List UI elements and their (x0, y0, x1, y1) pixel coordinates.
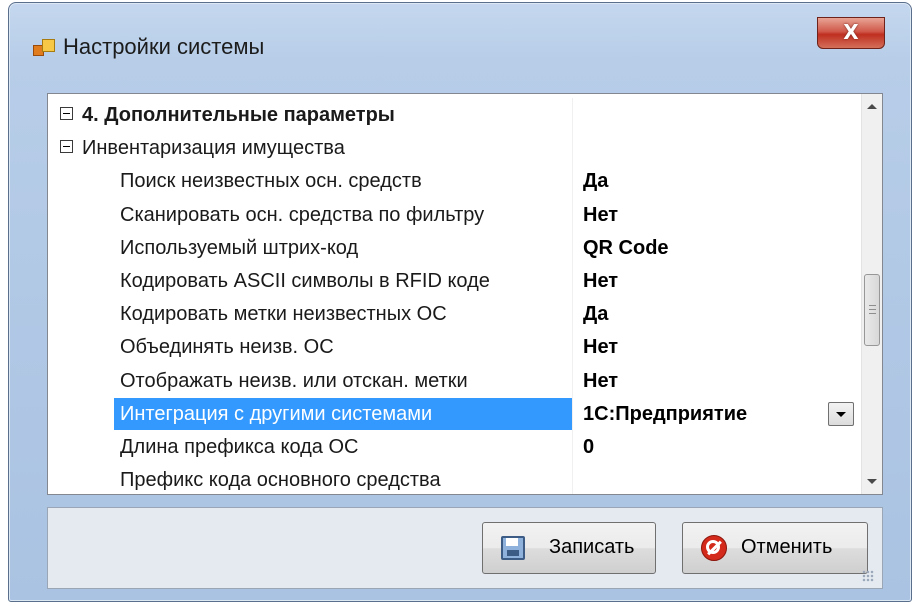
property-row[interactable]: Кодировать ASCII символы в RFID коде Нет (48, 264, 862, 298)
column-separator (572, 297, 573, 332)
close-icon: X (843, 20, 859, 44)
property-grid[interactable]: 4. Дополнительные параметры Инвентаризаци… (47, 93, 883, 495)
cancel-button[interactable]: Отменить (682, 522, 868, 574)
property-row[interactable]: Кодировать метки неизвестных ОС Да (48, 297, 862, 332)
property-value[interactable]: Да (583, 170, 608, 193)
property-row[interactable]: Поиск неизвестных осн. средств Да (48, 164, 862, 199)
property-row[interactable]: Отображать неизв. или отскан. метки Нет (48, 363, 862, 398)
property-row[interactable]: Префикс кода основного средства (48, 463, 862, 494)
property-name: Инвентаризация имущества (82, 137, 345, 160)
property-value[interactable]: QR Code (583, 237, 669, 260)
property-name: 4. Дополнительные параметры (82, 104, 395, 126)
column-separator (572, 131, 573, 166)
title-bar[interactable]: Настройки системы X (9, 3, 911, 79)
property-name: Кодировать метки неизвестных ОС (120, 303, 447, 326)
property-value[interactable]: Да (583, 303, 608, 326)
property-value[interactable]: Нет (583, 270, 618, 293)
stop-icon (701, 535, 727, 561)
scroll-down-icon[interactable] (867, 479, 877, 484)
property-name: Поиск неизвестных осн. средств (120, 170, 422, 193)
property-name: Сканировать осн. средства по фильтру (120, 203, 485, 226)
save-button[interactable]: Записать (482, 522, 656, 574)
column-separator (572, 396, 573, 431)
dialog-footer: Записать Отменить (47, 507, 883, 589)
save-button-label: Записать (549, 536, 635, 558)
column-separator (572, 363, 573, 398)
row-gutter (48, 463, 114, 494)
column-separator (572, 98, 573, 132)
property-name: Длина префикса кода ОС (120, 436, 359, 458)
row-gutter (48, 364, 114, 398)
category-row[interactable]: Инвентаризация имущества (48, 131, 862, 166)
collapse-icon[interactable] (60, 107, 73, 120)
row-gutter (48, 264, 114, 298)
row-gutter (48, 231, 114, 265)
cancel-button-label: Отменить (741, 536, 833, 558)
property-row[interactable]: Объединять неизв. ОС Нет (48, 330, 862, 365)
row-gutter (48, 330, 114, 364)
column-separator (572, 430, 573, 464)
dropdown-arrow-icon[interactable] (828, 401, 854, 426)
scroll-up-icon[interactable] (867, 104, 877, 109)
property-name: Объединять неизв. ОС (120, 336, 334, 359)
settings-dialog: Настройки системы X 4. Дополнительные па… (8, 2, 912, 602)
property-name: Префикс кода основного средства (120, 469, 441, 492)
row-gutter (48, 198, 114, 232)
category-row[interactable]: 4. Дополнительные параметры (48, 98, 862, 132)
property-row[interactable]: Интеграция с другими системами 1С:Предпри… (48, 396, 862, 431)
collapse-icon[interactable] (60, 140, 73, 154)
column-separator (572, 463, 573, 494)
property-value[interactable]: 1С:Предприятие (583, 403, 747, 426)
row-gutter (48, 297, 114, 331)
close-button[interactable]: X (817, 17, 885, 49)
row-gutter (48, 164, 114, 198)
property-value[interactable]: Нет (583, 204, 618, 227)
vertical-scrollbar[interactable] (861, 94, 882, 494)
property-row[interactable]: Используемый штрих-код QR Code (48, 230, 862, 265)
floppy-disk-icon (501, 536, 525, 560)
row-gutter (48, 430, 114, 464)
property-row[interactable]: Сканировать осн. средства по фильтру Нет (48, 197, 862, 232)
column-separator (572, 264, 573, 298)
property-name: Кодировать ASCII символы в RFID коде (120, 270, 490, 292)
column-separator (572, 164, 573, 199)
property-name: Интеграция с другими системами (120, 402, 433, 425)
app-icon (33, 37, 55, 59)
resize-grip[interactable] (862, 570, 874, 582)
property-value[interactable]: 0 (583, 436, 594, 459)
property-name: Отображать неизв. или отскан. метки (120, 369, 468, 392)
window-title: Настройки системы (63, 34, 265, 59)
property-name: Используемый штрих-код (120, 236, 359, 259)
row-gutter (48, 397, 114, 431)
scroll-thumb[interactable] (864, 274, 880, 346)
property-value[interactable]: Нет (583, 336, 618, 359)
property-value[interactable]: Нет (583, 370, 618, 393)
column-separator (572, 230, 573, 265)
property-row[interactable]: Длина префикса кода ОС 0 (48, 430, 862, 464)
column-separator (572, 330, 573, 365)
column-separator (572, 197, 573, 232)
